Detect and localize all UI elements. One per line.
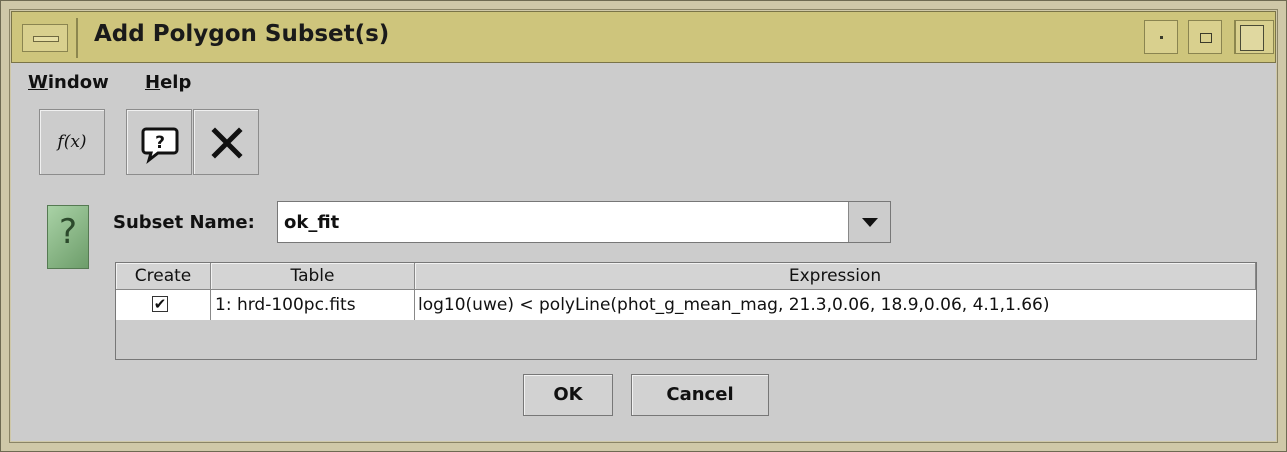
subset-name-label: Subset Name: [113,212,255,233]
close-button[interactable] [193,109,259,175]
column-header-table[interactable]: Table [211,263,415,290]
menu-window[interactable]: Window [28,72,109,93]
help-button[interactable]: ? [126,109,192,175]
close-window-icon [1240,25,1264,51]
maximize-button[interactable] [1188,20,1222,54]
maximize-icon [1200,33,1212,43]
menu-help-label: elp [160,72,192,93]
table-header: Create Table Expression [116,263,1256,290]
menu-window-mnemonic: W [28,72,48,93]
table-row[interactable]: ✔ 1: hrd-100pc.fits log10(uwe) < polyLin… [116,290,1256,320]
menu-help-mnemonic: H [145,72,161,93]
menu-window-label: indow [47,72,109,93]
expression-cell[interactable]: log10(uwe) < polyLine(phot_g_mean_mag, 2… [415,290,1256,320]
question-help-icon[interactable]: ? [47,205,89,269]
menu-bar: Window Help [11,63,1276,97]
help-balloon-icon: ? [141,127,179,165]
function-icon: f(x) [57,132,87,152]
title-separator [76,18,78,58]
ok-button[interactable]: OK [523,374,613,416]
svg-text:?: ? [155,133,165,153]
column-header-create[interactable]: Create [116,263,211,290]
window-menu-icon [33,36,59,42]
create-cell[interactable]: ✔ [116,290,211,320]
function-button[interactable]: f(x) [39,109,105,175]
column-header-expression[interactable]: Expression [415,263,1256,290]
minimize-icon [1160,36,1163,39]
subset-name-combobox[interactable]: ok_fit [277,201,891,243]
dialog-window: Add Polygon Subset(s) Window Help f(x) ? [0,0,1287,452]
window-title: Add Polygon Subset(s) [94,21,390,47]
menu-help[interactable]: Help [145,72,191,93]
table-cell[interactable]: 1: hrd-100pc.fits [211,290,415,320]
minimize-button[interactable] [1144,20,1178,54]
close-icon [211,127,243,159]
cancel-button[interactable]: Cancel [631,374,769,416]
title-bar[interactable]: Add Polygon Subset(s) [11,11,1276,63]
dropdown-arrow-icon[interactable] [848,202,890,242]
window-menu-button[interactable] [22,24,68,52]
create-checkbox[interactable]: ✔ [152,296,168,312]
dialog-content: Window Help f(x) ? ? Subset Name: ok_fit… [11,63,1276,441]
subset-table: Create Table Expression ✔ 1: hrd-100pc.f… [115,262,1257,360]
close-window-button[interactable] [1234,20,1274,54]
subset-name-value[interactable]: ok_fit [284,212,339,233]
